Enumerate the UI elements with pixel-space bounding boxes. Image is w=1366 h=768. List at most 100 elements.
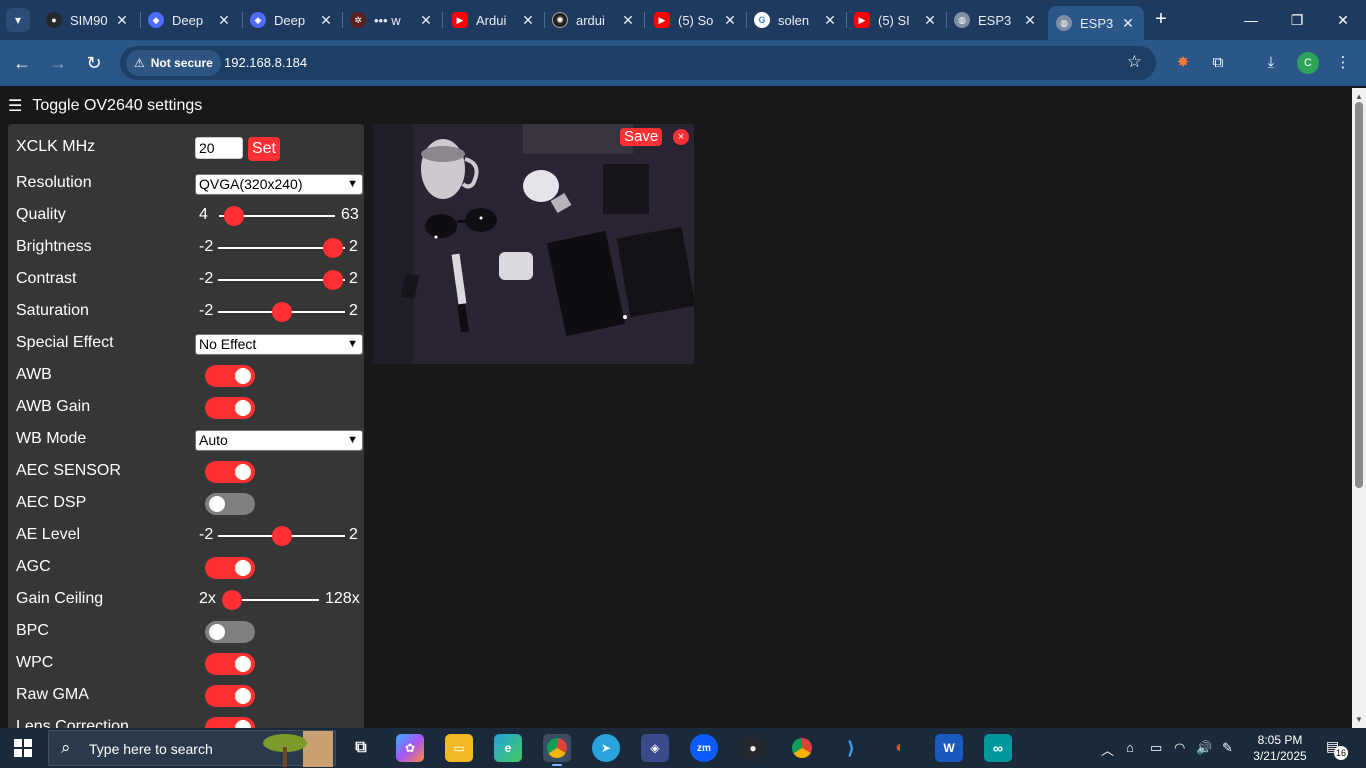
pen-icon[interactable]: ✎ — [1222, 740, 1233, 756]
clock[interactable]: 8:05 PM 3/21/2025 — [1244, 732, 1316, 764]
brightness-slider-handle[interactable] — [323, 238, 343, 258]
copilot-icon[interactable]: ✿ — [396, 734, 424, 762]
globe-icon: ◍ — [954, 12, 970, 28]
hamburger-icon: ☰ — [8, 98, 23, 115]
special-effect-select[interactable]: No Effect ▼ — [195, 334, 363, 355]
tab-4[interactable]: ✲ ••• w ✕ — [342, 4, 442, 36]
address-bar[interactable]: ⚠ Not secure 192.168.8.184 ☆ — [120, 46, 1156, 80]
profile-avatar[interactable]: C — [1297, 52, 1319, 74]
wpc-row: WPC — [16, 650, 356, 678]
awb-toggle[interactable] — [205, 365, 255, 387]
awb-gain-toggle[interactable] — [205, 397, 255, 419]
tab-2[interactable]: ◆ Deep ✕ — [140, 4, 240, 36]
word-icon[interactable]: W — [935, 734, 963, 762]
tab-8[interactable]: G solen ✕ — [746, 4, 846, 36]
globe-icon: ◍ — [1056, 15, 1072, 31]
google-icon: G — [754, 12, 770, 28]
camera-stream-image — [373, 124, 694, 364]
forward-button[interactable]: → — [46, 51, 70, 75]
figma-icon[interactable]: ◐ — [886, 734, 914, 762]
chrome-icon[interactable] — [543, 734, 571, 766]
minimize-button[interactable]: — — [1228, 8, 1274, 32]
close-tab-icon[interactable]: ✕ — [822, 12, 838, 29]
volume-icon[interactable]: 🔊 — [1196, 740, 1212, 756]
saturation-slider-handle[interactable] — [272, 302, 292, 322]
bpc-toggle[interactable] — [205, 621, 255, 643]
tab-3[interactable]: ◆ Deep ✕ — [242, 4, 342, 36]
close-tab-icon[interactable]: ✕ — [418, 12, 434, 29]
close-tab-icon[interactable]: ✕ — [114, 12, 130, 29]
menu-kebab-icon[interactable]: ⋮ — [1332, 52, 1354, 74]
arduino-icon[interactable]: ∞ — [984, 734, 1012, 762]
app-icon[interactable]: ◈ — [641, 734, 669, 762]
close-tab-icon[interactable]: ✕ — [1022, 12, 1038, 29]
file-explorer-icon[interactable]: ▭ — [445, 734, 473, 762]
download-icon[interactable]: ⤓ — [1260, 52, 1282, 74]
close-tab-icon[interactable]: ✕ — [520, 12, 536, 29]
chevron-up-icon[interactable]: ︿ — [1101, 740, 1114, 759]
close-tab-icon[interactable]: ✕ — [1120, 15, 1136, 32]
battery-icon[interactable]: ▭ — [1150, 740, 1162, 756]
close-stream-icon[interactable]: × — [673, 129, 689, 145]
edge-icon[interactable]: e — [494, 734, 522, 762]
telegram-icon[interactable]: ➤ — [592, 734, 620, 762]
search-highlight-tree-icon — [263, 731, 333, 767]
tab-6[interactable]: ✺ ardui ✕ — [544, 4, 644, 36]
settings-toggle[interactable]: ☰ Toggle OV2640 settings — [8, 96, 202, 116]
new-tab-button[interactable]: + — [1150, 8, 1172, 30]
taskbar-search[interactable]: ⌕ Type here to search — [48, 730, 336, 767]
windows-start-icon[interactable] — [14, 739, 32, 757]
page-scrollbar[interactable]: ▲ ▼ — [1352, 88, 1366, 728]
close-tab-icon[interactable]: ✕ — [922, 12, 938, 29]
close-tab-icon[interactable]: ✕ — [620, 12, 636, 29]
tab-11-active[interactable]: ◍ ESP3 ✕ — [1048, 6, 1144, 40]
ae-level-slider-handle[interactable] — [272, 526, 292, 546]
aec-sensor-toggle[interactable] — [205, 461, 255, 483]
tab-7[interactable]: ▶ (5) So ✕ — [646, 4, 746, 36]
extensions-puzzle-icon[interactable]: ⧉ — [1207, 52, 1229, 74]
search-icon: ⌕ — [61, 738, 71, 757]
tab-10[interactable]: ◍ ESP3 ✕ — [946, 4, 1046, 36]
wb-mode-select[interactable]: Auto ▼ — [195, 430, 363, 451]
scroll-down-icon[interactable]: ▼ — [1355, 715, 1363, 724]
github-desktop-icon[interactable]: ● — [739, 734, 767, 762]
tab-search-button[interactable]: ▾ — [6, 8, 30, 32]
close-tab-icon[interactable]: ✕ — [722, 12, 738, 29]
extension-icon[interactable]: ✸ — [1172, 52, 1194, 74]
wpc-toggle[interactable] — [205, 653, 255, 675]
scroll-up-icon[interactable]: ▲ — [1355, 92, 1363, 101]
tab-1[interactable]: ● SIM90 ✕ — [38, 4, 138, 36]
lens-correction-row: Lens Correction — [16, 714, 356, 728]
restore-button[interactable]: ❐ — [1274, 8, 1320, 32]
tab-5[interactable]: ▶ Ardui ✕ — [444, 4, 544, 36]
close-tab-icon[interactable]: ✕ — [318, 12, 334, 29]
contrast-slider-handle[interactable] — [323, 270, 343, 290]
xclk-input[interactable]: 20 — [195, 137, 243, 159]
web-page: ☰ Toggle OV2640 settings XCLK MHz 20 Set… — [0, 88, 1352, 728]
quality-slider-handle[interactable] — [224, 206, 244, 226]
raw-gma-toggle[interactable] — [205, 685, 255, 707]
back-button[interactable]: ← — [10, 51, 34, 75]
xclk-set-button[interactable]: Set — [248, 137, 280, 161]
chrome-alt-icon[interactable] — [788, 734, 816, 762]
task-view-icon[interactable]: ⧉ — [347, 734, 375, 762]
notification-icon[interactable]: ▤ 16 — [1326, 738, 1348, 760]
tab-9[interactable]: ▶ (5) SI ✕ — [846, 4, 946, 36]
vscode-icon[interactable]: ⟩ — [837, 734, 865, 762]
agc-toggle[interactable] — [205, 557, 255, 579]
close-tab-icon[interactable]: ✕ — [216, 12, 232, 29]
security-chip[interactable]: ⚠ Not secure — [126, 50, 221, 76]
resolution-select[interactable]: QVGA(320x240) ▼ — [195, 174, 363, 195]
device-icon[interactable]: ⌂ — [1126, 740, 1134, 755]
warning-icon: ⚠ — [134, 56, 145, 70]
aec-dsp-toggle[interactable] — [205, 493, 255, 515]
scroll-thumb[interactable] — [1355, 102, 1363, 488]
lens-correction-toggle[interactable] — [205, 717, 255, 728]
gain-ceiling-slider-handle[interactable] — [222, 590, 242, 610]
bookmark-star-icon[interactable]: ☆ — [1127, 52, 1142, 72]
wifi-icon[interactable]: ◠ — [1174, 740, 1185, 756]
close-window-button[interactable]: ✕ — [1320, 8, 1366, 32]
save-button[interactable]: Save — [620, 128, 663, 146]
reload-button[interactable]: ↻ — [82, 51, 106, 75]
zoom-icon[interactable]: zm — [690, 734, 718, 762]
